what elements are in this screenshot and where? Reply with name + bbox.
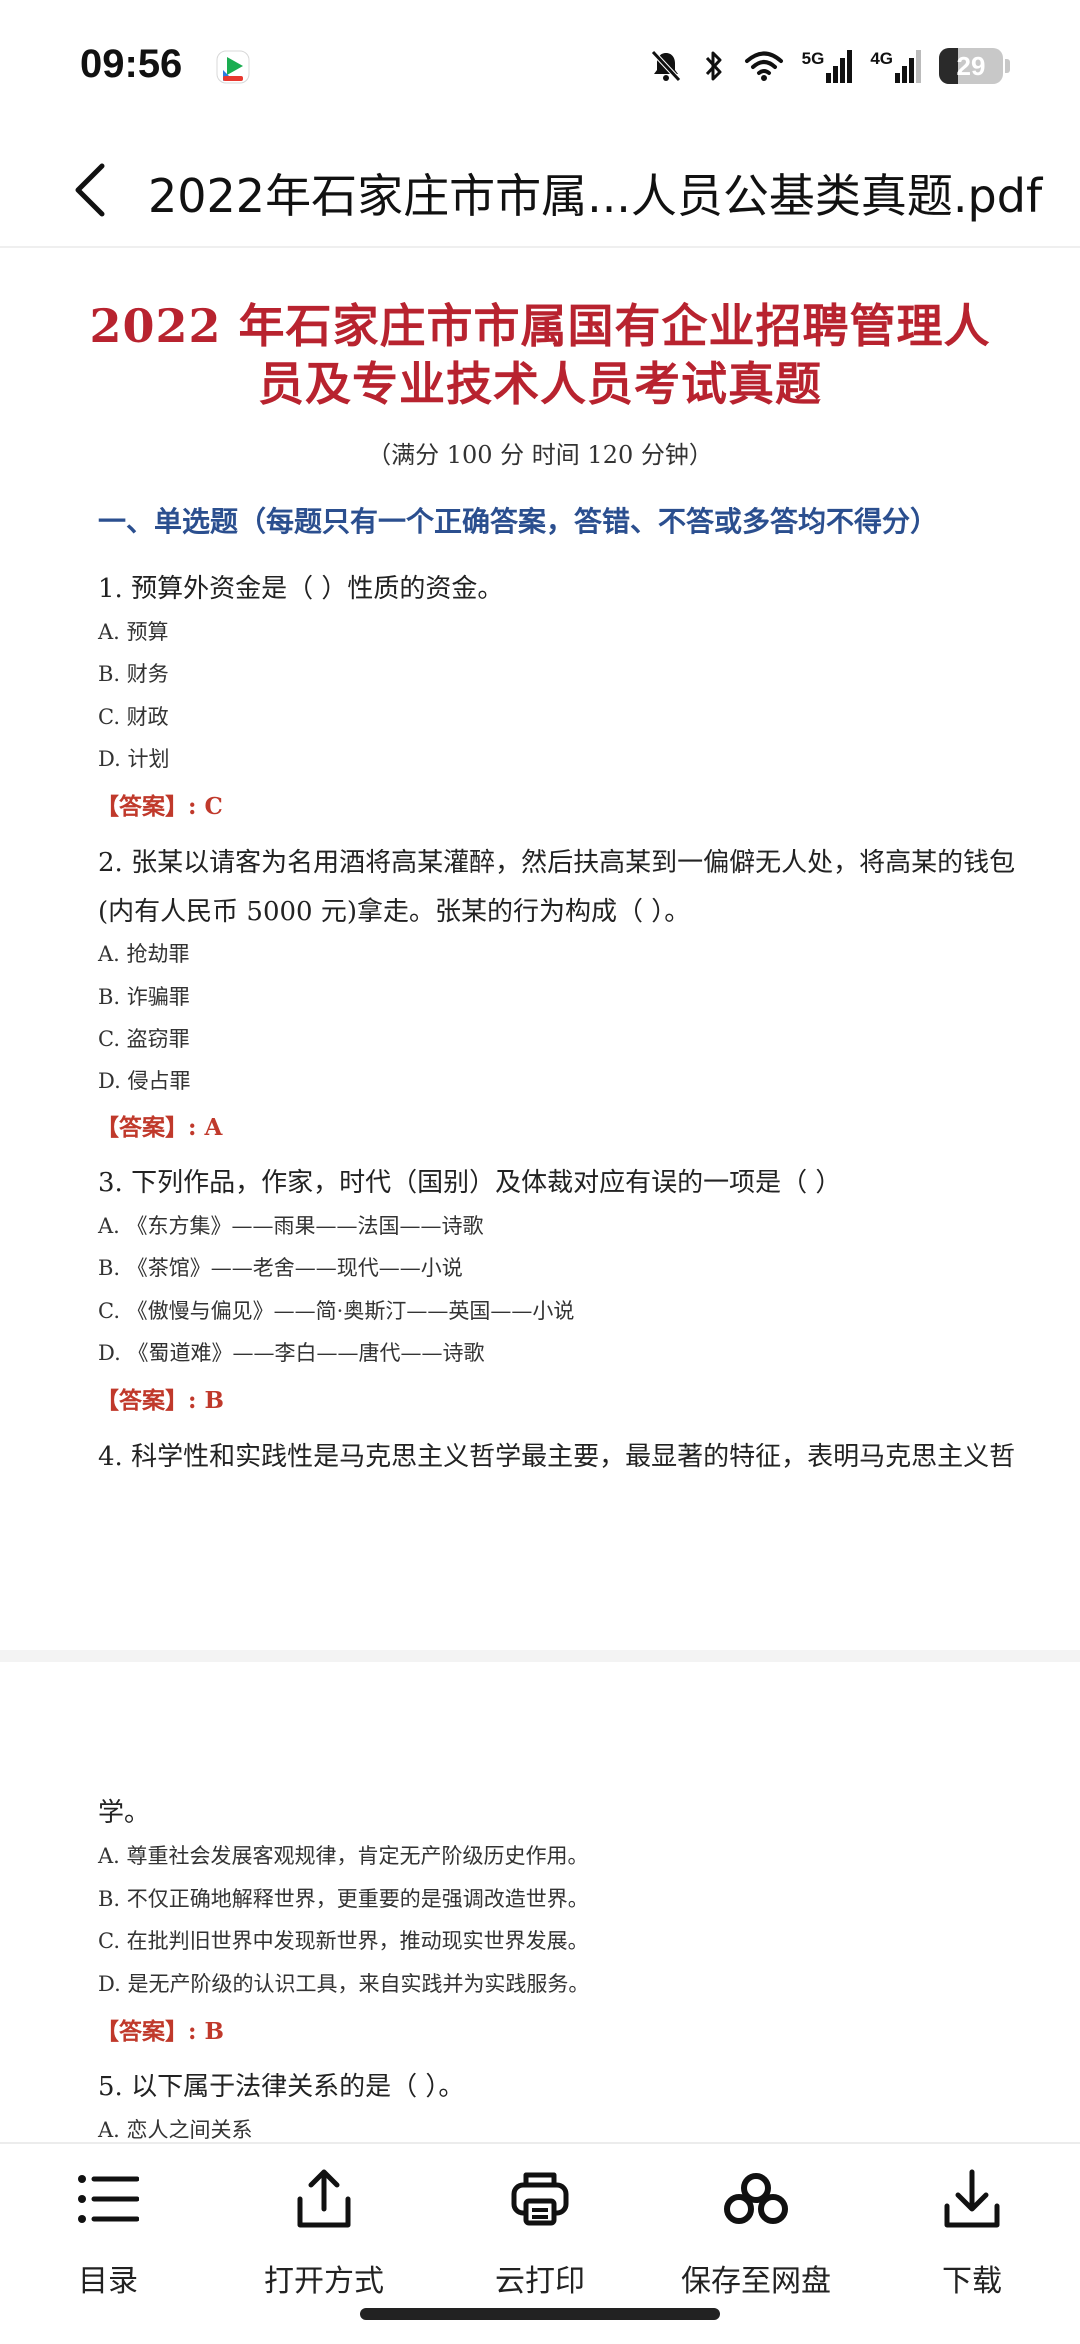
q2-option-a: A. 抢劫罪 <box>98 942 190 966</box>
download-icon <box>944 2169 1000 2228</box>
q1-answer: 【答案】: C <box>96 793 223 820</box>
battery-fill <box>939 48 958 84</box>
save-to-disk-label: 保存至网盘 <box>681 2264 831 2299</box>
q4-option-b: B. 不仅正确地解释世界，更重要的是强调改造世界。 <box>98 1887 589 1911</box>
list-icon <box>78 2175 139 2223</box>
doc-main-title-line2: 员及专业技术人员考试真题 <box>258 357 822 411</box>
q2-option-c: C. 盗窃罪 <box>98 1027 190 1051</box>
open-with-button[interactable]: 打开方式 <box>224 2164 424 2314</box>
q5-option-a: A. 恋人之间关系 <box>98 2118 253 2142</box>
question-4-line1: 4. 科学性和实践性是马克思主义哲学最主要，最显著的特征，表明马克思主义哲 <box>98 1442 1016 1472</box>
catalog-button[interactable]: 目录 <box>8 2164 208 2314</box>
download-label: 下载 <box>942 2264 1002 2299</box>
question-1: 1. 预算外资金是（ ）性质的资金。 <box>98 574 504 604</box>
question-2-line1: 2. 张某以请客为名用酒将高某灌醉，然后扶高某到一偏僻无人处，将高某的钱包 <box>98 848 1016 878</box>
pdf-page-2[interactable]: 学。 A. 尊重社会发展客观规律，肯定无产阶级历史作用。 B. 不仅正确地解释世… <box>0 1662 1080 2142</box>
q2-option-b: B. 诈骗罪 <box>98 985 190 1009</box>
status-time: 09:56 <box>80 42 183 86</box>
cloud-print-button[interactable]: 云打印 <box>440 2164 640 2314</box>
section-heading: 一、单选题（每题只有一个正确答案，答错、不答或多答均不得分） <box>98 505 939 538</box>
save-to-disk-button[interactable]: 保存至网盘 <box>656 2164 856 2314</box>
q4-option-c: C. 在批判旧世界中发现新世界，推动现实世界发展。 <box>98 1929 589 1953</box>
catalog-label: 目录 <box>78 2264 138 2299</box>
download-button[interactable]: 下载 <box>872 2164 1072 2314</box>
back-button[interactable] <box>60 158 120 222</box>
chevron-left-icon <box>75 163 105 217</box>
mute-bell-icon <box>650 50 681 82</box>
printer-icon <box>511 2172 569 2226</box>
q3-option-b: B. 《茶馆》——老舍——现代——小说 <box>98 1256 463 1280</box>
share-icon <box>297 2169 351 2228</box>
baidu-netdisk-icon <box>724 2173 788 2224</box>
q3-answer: 【答案】: B <box>96 1387 224 1414</box>
question-4-line2: 学。 <box>98 1798 151 1828</box>
status-bar: 09:56 5G 4G 29 <box>0 0 1080 130</box>
q2-option-d: D. 侵占罪 <box>98 1069 191 1093</box>
video-app-icon <box>216 50 250 84</box>
question-5: 5. 以下属于法律关系的是（ ）。 <box>98 2072 465 2102</box>
page-separator <box>0 1650 1080 1662</box>
wifi-icon <box>744 51 783 81</box>
q3-option-a: A. 《东方集》——雨果——法国——诗歌 <box>98 1214 484 1238</box>
home-indicator[interactable] <box>360 2308 720 2320</box>
signal-bars-icon <box>895 50 921 83</box>
signal-4g: 4G <box>870 49 921 83</box>
q3-option-c: C. 《傲慢与偏见》——简·奥斯汀——英国——小说 <box>98 1299 575 1323</box>
q2-answer: 【答案】: A <box>96 1114 223 1141</box>
title-bar: 2022年石家庄市市属...人员公基类真题.pdf <box>0 130 1080 248</box>
q3-option-d: D. 《蜀道难》——李白——唐代——诗歌 <box>98 1341 485 1365</box>
doc-main-title-line1: 2022 年石家庄市市属国有企业招聘管理人 <box>89 299 991 353</box>
status-icons: 5G 4G 29 <box>648 44 1010 88</box>
signal-5g: 5G <box>802 49 853 83</box>
open-with-label: 打开方式 <box>264 2264 384 2299</box>
q4-option-d: D. 是无产阶级的认识工具，来自实践并为实践服务。 <box>98 1972 590 1996</box>
battery-level: 29 <box>956 50 986 81</box>
battery-indicator: 29 <box>939 48 1003 84</box>
network-4g-label: 4G <box>870 49 893 68</box>
cloud-print-label: 云打印 <box>495 2264 585 2299</box>
q1-option-a: A. 预算 <box>98 620 169 644</box>
question-3: 3. 下列作品，作家，时代（国别）及体裁对应有误的一项是（ ） <box>98 1168 842 1198</box>
q1-option-b: B. 财务 <box>98 662 169 686</box>
document-title: 2022年石家庄市市属...人员公基类真题.pdf <box>148 169 1043 223</box>
q1-option-d: D. 计划 <box>98 747 170 771</box>
q4-answer: 【答案】: B <box>96 2018 224 2045</box>
pdf-page-1[interactable]: 2022 年石家庄市市属国有企业招聘管理人 员及专业技术人员考试真题 （满分 1… <box>0 250 1080 1650</box>
question-2-line2: (内有人民币 5000 元)拿走。张某的行为构成（ ）。 <box>98 897 691 927</box>
q1-option-c: C. 财政 <box>98 705 169 729</box>
signal-bars-icon <box>826 50 853 83</box>
q4-option-a: A. 尊重社会发展客观规律，肯定无产阶级历史作用。 <box>98 1844 589 1868</box>
doc-subtitle: （满分 100 分 时间 120 分钟） <box>367 441 713 469</box>
bluetooth-icon <box>705 51 722 81</box>
network-5g-label: 5G <box>801 49 825 68</box>
battery-cap <box>1005 59 1010 73</box>
